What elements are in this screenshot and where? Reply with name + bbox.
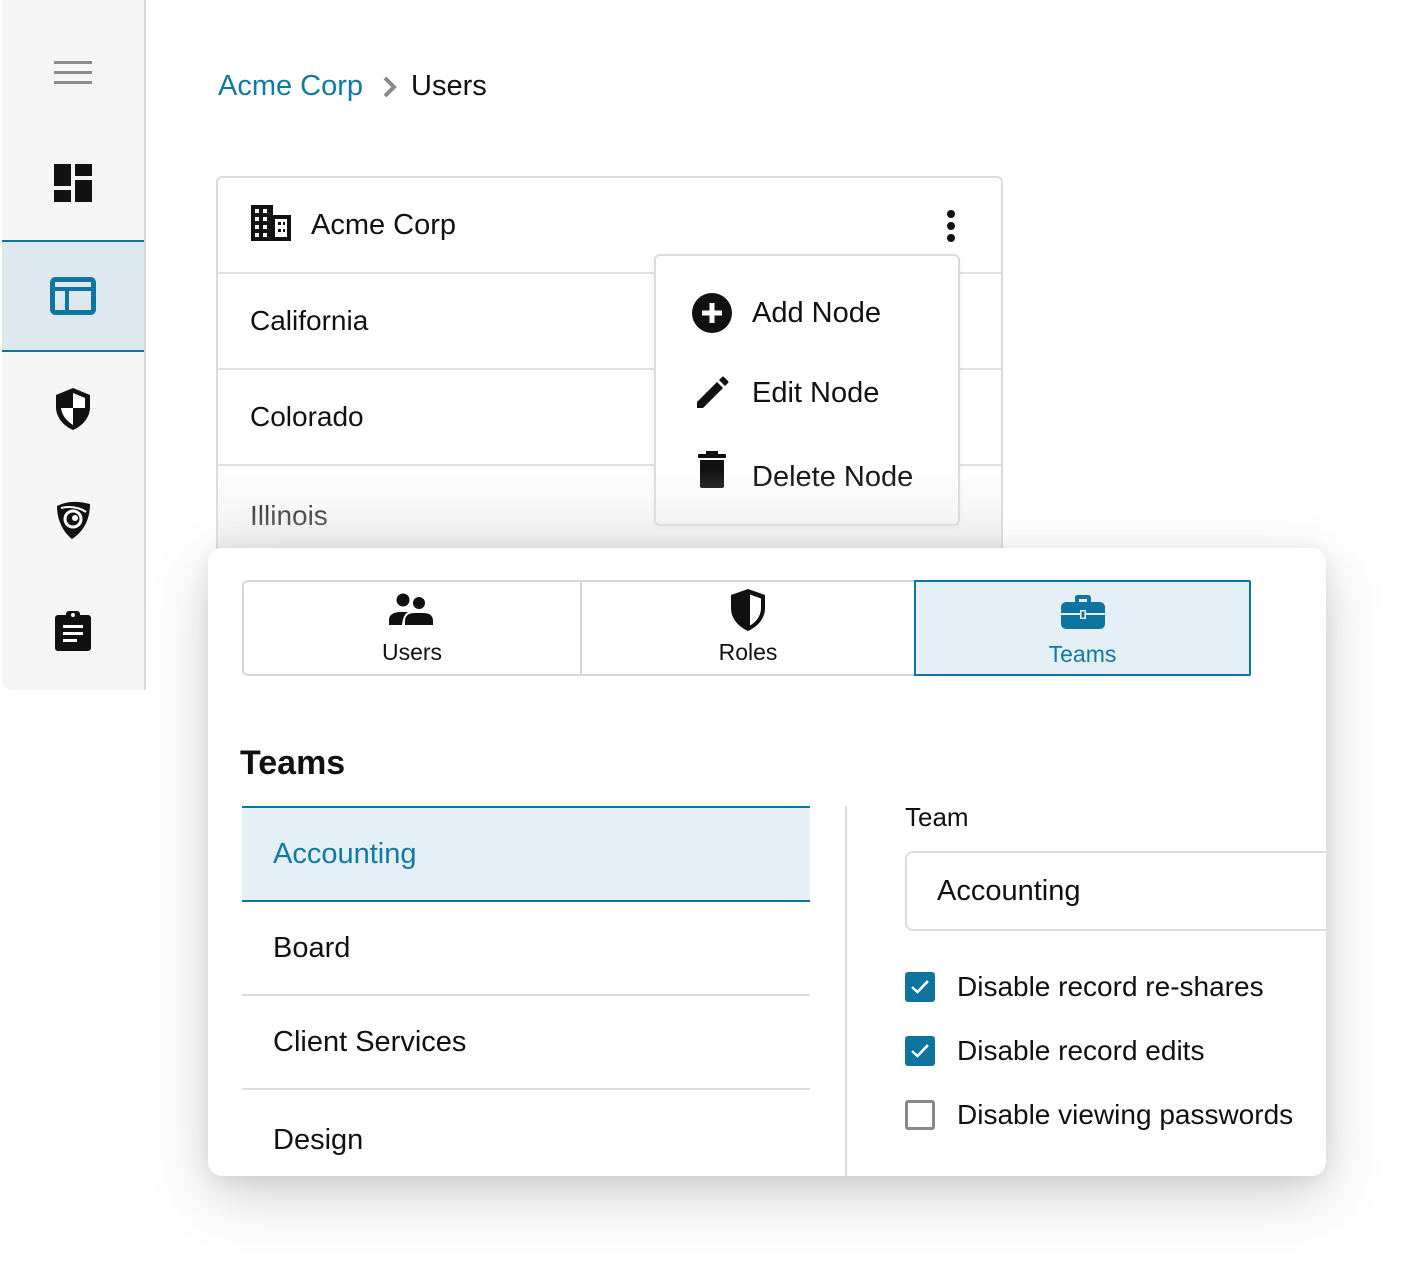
clipboard-icon [54, 610, 92, 652]
checkbox-disable-viewing-passwords[interactable]: Disable viewing passwords [905, 1083, 1326, 1147]
breadcrumb: Acme Corp Users [218, 70, 487, 103]
hamburger-menu-icon [54, 59, 92, 87]
menu-item-label: Add Node [752, 296, 881, 329]
sidebar-item-breachwatch[interactable] [2, 464, 144, 574]
building-icon [251, 204, 291, 246]
layout-panel-icon [50, 277, 96, 315]
vertical-divider [845, 806, 847, 1176]
tab-label: Roles [718, 639, 778, 665]
tab-label: Users [381, 639, 443, 665]
tab-users[interactable]: Users [244, 582, 582, 674]
team-list-item[interactable]: Board [242, 902, 810, 996]
add-circle-icon [690, 292, 734, 334]
team-detail: Team Accounting Disable record re-shares… [905, 802, 1326, 1147]
checkbox-unchecked[interactable] [905, 1100, 935, 1130]
security-shield-icon [54, 387, 92, 431]
menu-item-label: Delete Node [752, 460, 914, 493]
team-name: Accounting [273, 837, 417, 870]
chevron-right-icon [383, 76, 397, 98]
teams-panel: Users Roles Teams Teams Accounting Board… [208, 548, 1326, 1176]
section-title: Teams [240, 744, 346, 782]
sidebar-menu-toggle[interactable] [2, 18, 144, 128]
team-list-item[interactable]: Design [242, 1090, 810, 1176]
team-list-item[interactable]: Client Services [242, 996, 810, 1090]
menu-item-delete-node[interactable]: Delete Node [656, 442, 958, 512]
dashboard-icon [54, 164, 92, 202]
tab-bar: Users Roles Teams [242, 580, 1251, 676]
team-name-input[interactable]: Accounting [905, 851, 1326, 931]
checkbox-label: Disable record edits [957, 1035, 1205, 1066]
menu-item-label: Edit Node [752, 376, 880, 409]
tree-root-label: Acme Corp [311, 208, 457, 241]
node-context-menu: Add Node Edit Node Delete Node [654, 254, 960, 526]
sidebar-item-security[interactable] [2, 354, 144, 464]
kebab-dot [947, 210, 955, 218]
shield-half-icon [729, 587, 767, 633]
users-icon [389, 587, 435, 633]
kebab-dot [947, 234, 955, 242]
checkbox-disable-edits[interactable]: Disable record edits [905, 1019, 1326, 1083]
menu-item-add-node[interactable]: Add Node [656, 278, 958, 348]
checkbox-disable-reshares[interactable]: Disable record re-shares [905, 955, 1326, 1019]
checkbox-checked[interactable] [905, 1036, 935, 1066]
sidebar-item-reports[interactable] [2, 576, 144, 686]
checkbox-label: Disable viewing passwords [957, 1099, 1294, 1130]
team-name: Design [273, 1123, 364, 1156]
shield-eye-icon [53, 498, 93, 540]
checkbox-checked[interactable] [905, 972, 935, 1002]
breadcrumb-current: Users [411, 70, 487, 102]
tree-node-label: California [250, 305, 369, 336]
tree-node-label: Colorado [250, 401, 364, 432]
sidebar [2, 0, 146, 690]
tab-label: Teams [1048, 641, 1117, 667]
tree-node-label: Illinois [250, 500, 328, 531]
briefcase-icon [1060, 589, 1106, 635]
checkbox-label: Disable record re-shares [957, 971, 1264, 1002]
tab-roles[interactable]: Roles [582, 582, 914, 674]
team-list: Accounting Board Client Services Design [242, 806, 810, 1176]
breadcrumb-parent-link[interactable]: Acme Corp [218, 70, 363, 103]
team-name: Client Services [273, 1025, 467, 1058]
sidebar-item-dashboard[interactable] [2, 128, 144, 238]
pencil-icon [690, 376, 734, 410]
team-field-label: Team [905, 802, 969, 832]
team-name: Board [273, 931, 351, 964]
tab-teams[interactable]: Teams [914, 580, 1251, 676]
sidebar-item-admin[interactable] [2, 240, 144, 352]
kebab-dot [947, 222, 955, 230]
trash-icon [690, 451, 734, 489]
team-list-item-selected[interactable]: Accounting [242, 806, 810, 902]
menu-item-edit-node[interactable]: Edit Node [656, 358, 958, 428]
more-options-button[interactable] [941, 206, 961, 246]
